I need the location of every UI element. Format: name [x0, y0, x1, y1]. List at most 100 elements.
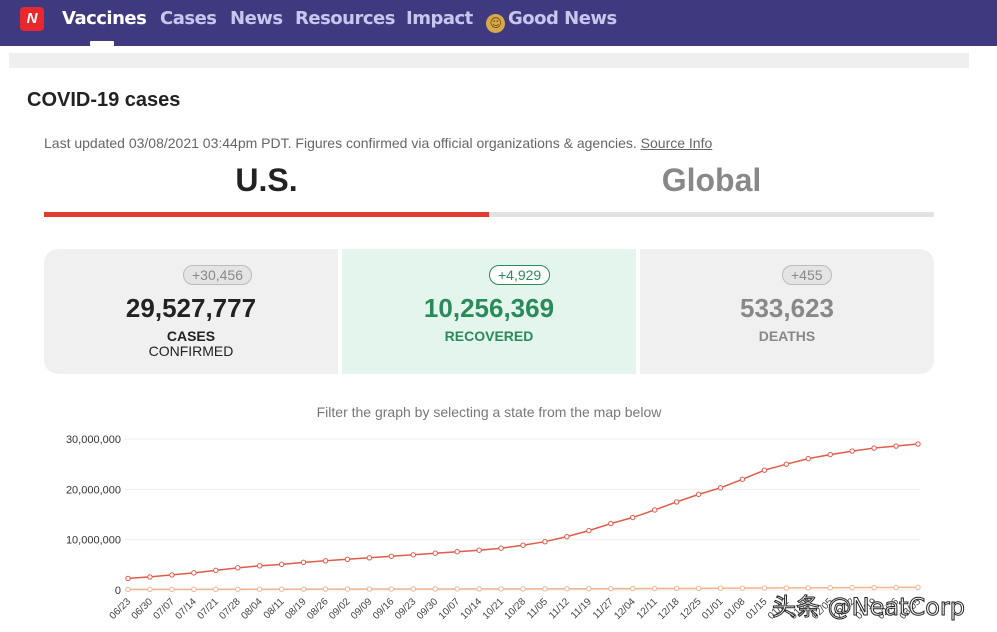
data-point: [651, 507, 658, 513]
data-point: [213, 586, 219, 592]
data-point: [147, 586, 153, 593]
data-point: [520, 586, 526, 592]
data-point: [586, 527, 592, 534]
data-point: [235, 586, 241, 592]
x-tick-label: 12/18: [656, 596, 682, 622]
data-point: [915, 441, 921, 447]
data-point: [256, 586, 263, 592]
data-point: [432, 586, 438, 592]
x-tick-label: 12/11: [635, 596, 660, 621]
nav-good-news[interactable]: ☺ Good News: [486, 8, 617, 33]
data-point: [564, 533, 570, 540]
x-tick-label: 08/11: [262, 596, 287, 621]
data-point: [322, 558, 329, 564]
nav-good-news-label: Good News: [508, 8, 617, 29]
data-point: [739, 476, 746, 482]
x-tick-label: 11/12: [547, 596, 572, 621]
x-tick-label: 01/08: [722, 596, 748, 622]
data-point: [717, 585, 724, 591]
active-nav-indicator: [90, 41, 114, 46]
last-updated: Last updated 03/08/2021 03:44pm PDT. Fig…: [44, 135, 712, 151]
x-tick-label: 11/27: [591, 596, 616, 621]
data-point: [388, 586, 395, 592]
data-point: [608, 520, 614, 527]
tab-active-indicator: [44, 212, 489, 217]
x-tick-label: 10/28: [503, 596, 529, 622]
cases-card[interactable]: +30,456 29,527,777 CASES CONFIRMED: [44, 249, 338, 374]
page-title: COVID-19 cases: [27, 89, 181, 111]
recovered-value: 10,256,369: [423, 293, 555, 323]
series-line: [127, 443, 919, 580]
logo[interactable]: N: [20, 7, 44, 31]
cases-label: CASES CONFIRMED: [44, 329, 338, 359]
y-tick-label: 20,000,000: [66, 484, 121, 496]
data-point: [300, 586, 307, 592]
x-tick-label: 08/04: [239, 596, 265, 622]
tab-global[interactable]: Global: [489, 162, 934, 199]
top-nav: N Vaccines Cases News Resources Impact ☺…: [0, 0, 997, 46]
data-point: [191, 586, 197, 593]
data-point: [542, 586, 548, 592]
x-tick-label: 09/09: [349, 596, 375, 622]
nav-resources[interactable]: Resources: [295, 8, 395, 29]
y-tick-label: 10,000,000: [66, 535, 121, 547]
watermark: 头条 @NeatCorp: [771, 593, 966, 622]
x-tick-label: 10/21: [481, 596, 507, 622]
data-point: [366, 586, 373, 592]
nav-vaccines[interactable]: Vaccines: [62, 8, 147, 29]
data-point: [630, 585, 636, 592]
x-tick-label: 01/01: [700, 596, 726, 622]
cases-value: 29,527,777: [125, 293, 257, 323]
data-point: [169, 572, 175, 578]
cases-delta-badge: +30,456: [183, 265, 252, 285]
data-point: [454, 549, 460, 555]
x-tick-label: 10/14: [459, 596, 485, 622]
x-tick-label: 09/30: [415, 596, 441, 622]
recovered-delta-badge: +4,929: [489, 265, 551, 285]
data-point: [630, 514, 636, 521]
data-point: [213, 567, 219, 574]
data-point: [235, 565, 241, 571]
x-tick-label: 08/26: [305, 596, 331, 622]
data-point: [432, 550, 438, 556]
x-tick-label: 10/07: [437, 596, 463, 622]
data-point: [827, 451, 833, 458]
deaths-card[interactable]: +455 533,623 DEATHS: [640, 249, 934, 374]
data-point: [191, 570, 197, 576]
data-point: [256, 563, 263, 569]
x-tick-label: 07/28: [217, 596, 243, 622]
data-point: [717, 485, 724, 491]
x-tick-label: 08/19: [283, 596, 309, 622]
data-point: [278, 586, 285, 592]
data-point: [476, 586, 482, 592]
data-point: [893, 443, 899, 449]
y-tick-label: 0: [115, 585, 121, 597]
data-point: [695, 491, 702, 498]
x-tick-label: 11/19: [569, 596, 594, 621]
data-point: [805, 455, 811, 462]
x-tick-label: 07/14: [173, 596, 199, 622]
data-point: [673, 499, 680, 505]
tab-us[interactable]: U.S.: [44, 162, 489, 199]
data-point: [520, 542, 526, 548]
recovered-card[interactable]: +4,929 10,256,369 RECOVERED: [342, 249, 636, 374]
data-point: [849, 448, 855, 454]
x-tick-label: 12/25: [678, 596, 704, 622]
nav-cases[interactable]: Cases: [160, 8, 217, 29]
nav-news[interactable]: News: [230, 8, 283, 29]
smiley-icon: ☺: [486, 14, 505, 33]
data-point: [344, 556, 351, 562]
data-point: [125, 586, 131, 593]
source-info-link[interactable]: Source Info: [641, 135, 713, 151]
data-point: [454, 586, 460, 592]
deaths-delta-badge: +455: [782, 265, 832, 285]
recovered-label: RECOVERED: [444, 328, 534, 344]
chart-filter-note: Filter the graph by selecting a state fr…: [316, 404, 662, 420]
last-updated-text: Last updated 03/08/2021 03:44pm PDT. Fig…: [44, 135, 637, 151]
nav-impact[interactable]: Impact: [406, 8, 473, 29]
data-point: [344, 586, 351, 592]
data-point: [761, 585, 768, 591]
data-point: [783, 461, 790, 467]
data-point: [125, 575, 131, 582]
data-point: [476, 547, 482, 553]
